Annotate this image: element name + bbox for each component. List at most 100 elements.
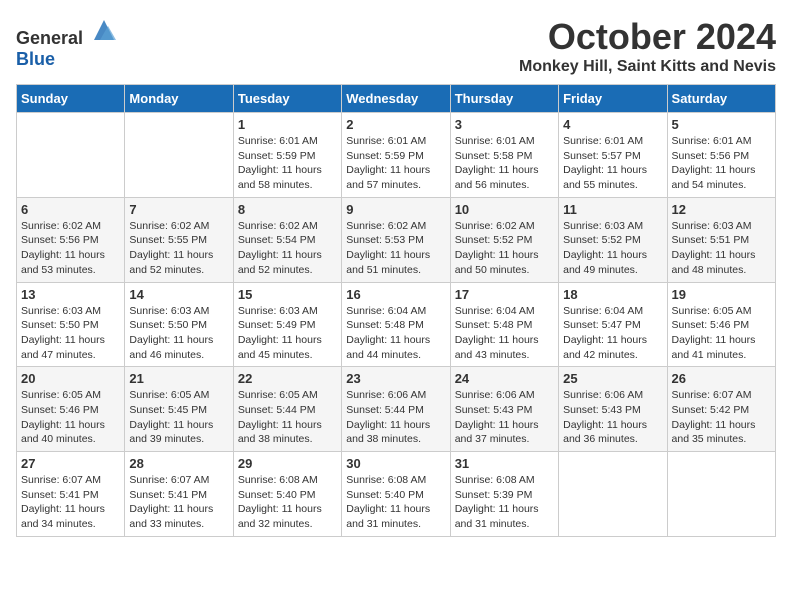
day-number: 30 — [346, 456, 445, 471]
day-number: 8 — [238, 202, 337, 217]
calendar-day-cell: 8 Sunrise: 6:02 AM Sunset: 5:54 PM Daylig… — [233, 197, 341, 282]
calendar-day-cell: 6 Sunrise: 6:02 AM Sunset: 5:56 PM Daylig… — [17, 197, 125, 282]
day-detail: Sunrise: 6:04 AM Sunset: 5:48 PM Dayligh… — [346, 304, 445, 363]
day-detail: Sunrise: 6:01 AM Sunset: 5:56 PM Dayligh… — [672, 134, 771, 193]
calendar-day-cell: 31Sunrise: 6:08 AM Sunset: 5:39 PM Dayli… — [450, 452, 558, 537]
day-detail: Sunrise: 6:07 AM Sunset: 5:42 PM Dayligh… — [672, 388, 771, 447]
day-number: 13 — [21, 287, 120, 302]
page-header: General Blue October 2024 Monkey Hill, S… — [16, 16, 776, 76]
day-number: 7 — [129, 202, 228, 217]
day-number: 3 — [455, 117, 554, 132]
day-detail: Sunrise: 6:08 AM Sunset: 5:40 PM Dayligh… — [346, 473, 445, 532]
day-detail: Sunrise: 6:07 AM Sunset: 5:41 PM Dayligh… — [129, 473, 228, 532]
day-number: 18 — [563, 287, 662, 302]
day-detail: Sunrise: 6:03 AM Sunset: 5:49 PM Dayligh… — [238, 304, 337, 363]
calendar-day-cell: 20Sunrise: 6:05 AM Sunset: 5:46 PM Dayli… — [17, 367, 125, 452]
day-number: 1 — [238, 117, 337, 132]
day-detail: Sunrise: 6:01 AM Sunset: 5:59 PM Dayligh… — [346, 134, 445, 193]
calendar-day-cell: 7 Sunrise: 6:02 AM Sunset: 5:55 PM Daylig… — [125, 197, 233, 282]
weekday-header-cell: Thursday — [450, 85, 558, 113]
calendar-body: 1 Sunrise: 6:01 AM Sunset: 5:59 PM Daylig… — [17, 113, 776, 537]
day-number: 31 — [455, 456, 554, 471]
calendar-day-cell: 22 Sunrise: 6:05 AM Sunset: 5:44 PM Dayli… — [233, 367, 341, 452]
logo-icon — [90, 16, 118, 44]
title-area: October 2024 Monkey Hill, Saint Kitts an… — [519, 16, 776, 76]
calendar-day-cell: 30 Sunrise: 6:08 AM Sunset: 5:40 PM Dayli… — [342, 452, 450, 537]
day-detail: Sunrise: 6:02 AM Sunset: 5:54 PM Dayligh… — [238, 219, 337, 278]
calendar-day-cell: 12Sunrise: 6:03 AM Sunset: 5:51 PM Dayli… — [667, 197, 775, 282]
weekday-header-cell: Tuesday — [233, 85, 341, 113]
day-detail: Sunrise: 6:02 AM Sunset: 5:55 PM Dayligh… — [129, 219, 228, 278]
day-detail: Sunrise: 6:02 AM Sunset: 5:52 PM Dayligh… — [455, 219, 554, 278]
day-number: 17 — [455, 287, 554, 302]
logo-text: General Blue — [16, 16, 118, 70]
day-detail: Sunrise: 6:03 AM Sunset: 5:50 PM Dayligh… — [129, 304, 228, 363]
calendar-day-cell: 3 Sunrise: 6:01 AM Sunset: 5:58 PM Daylig… — [450, 113, 558, 198]
calendar-day-cell: 15 Sunrise: 6:03 AM Sunset: 5:49 PM Dayli… — [233, 282, 341, 367]
calendar-week-row: 20Sunrise: 6:05 AM Sunset: 5:46 PM Dayli… — [17, 367, 776, 452]
logo: General Blue — [16, 16, 118, 70]
calendar-week-row: 6 Sunrise: 6:02 AM Sunset: 5:56 PM Daylig… — [17, 197, 776, 282]
day-number: 6 — [21, 202, 120, 217]
day-number: 2 — [346, 117, 445, 132]
day-number: 25 — [563, 371, 662, 386]
day-detail: Sunrise: 6:06 AM Sunset: 5:43 PM Dayligh… — [455, 388, 554, 447]
day-number: 10 — [455, 202, 554, 217]
calendar-day-cell: 24 Sunrise: 6:06 AM Sunset: 5:43 PM Dayli… — [450, 367, 558, 452]
day-number: 5 — [672, 117, 771, 132]
month-title: October 2024 — [519, 16, 776, 58]
calendar-week-row: 13 Sunrise: 6:03 AM Sunset: 5:50 PM Dayli… — [17, 282, 776, 367]
day-detail: Sunrise: 6:07 AM Sunset: 5:41 PM Dayligh… — [21, 473, 120, 532]
calendar-day-cell: 25 Sunrise: 6:06 AM Sunset: 5:43 PM Dayli… — [559, 367, 667, 452]
calendar-day-cell: 18Sunrise: 6:04 AM Sunset: 5:47 PM Dayli… — [559, 282, 667, 367]
calendar-day-cell: 19Sunrise: 6:05 AM Sunset: 5:46 PM Dayli… — [667, 282, 775, 367]
day-detail: Sunrise: 6:05 AM Sunset: 5:46 PM Dayligh… — [21, 388, 120, 447]
day-number: 24 — [455, 371, 554, 386]
day-number: 15 — [238, 287, 337, 302]
day-number: 28 — [129, 456, 228, 471]
weekday-header-cell: Sunday — [17, 85, 125, 113]
calendar-day-cell: 10 Sunrise: 6:02 AM Sunset: 5:52 PM Dayli… — [450, 197, 558, 282]
day-detail: Sunrise: 6:01 AM Sunset: 5:58 PM Dayligh… — [455, 134, 554, 193]
calendar-week-row: 1 Sunrise: 6:01 AM Sunset: 5:59 PM Daylig… — [17, 113, 776, 198]
day-number: 14 — [129, 287, 228, 302]
day-detail: Sunrise: 6:02 AM Sunset: 5:56 PM Dayligh… — [21, 219, 120, 278]
calendar-day-cell: 16 Sunrise: 6:04 AM Sunset: 5:48 PM Dayli… — [342, 282, 450, 367]
day-number: 22 — [238, 371, 337, 386]
calendar-day-cell: 29Sunrise: 6:08 AM Sunset: 5:40 PM Dayli… — [233, 452, 341, 537]
calendar-day-cell: 23Sunrise: 6:06 AM Sunset: 5:44 PM Dayli… — [342, 367, 450, 452]
day-number: 11 — [563, 202, 662, 217]
day-detail: Sunrise: 6:08 AM Sunset: 5:40 PM Dayligh… — [238, 473, 337, 532]
calendar-day-cell: 2 Sunrise: 6:01 AM Sunset: 5:59 PM Daylig… — [342, 113, 450, 198]
calendar-day-cell: 21 Sunrise: 6:05 AM Sunset: 5:45 PM Dayli… — [125, 367, 233, 452]
calendar-day-cell — [559, 452, 667, 537]
calendar-day-cell: 27 Sunrise: 6:07 AM Sunset: 5:41 PM Dayli… — [17, 452, 125, 537]
day-detail: Sunrise: 6:06 AM Sunset: 5:44 PM Dayligh… — [346, 388, 445, 447]
day-number: 16 — [346, 287, 445, 302]
day-detail: Sunrise: 6:03 AM Sunset: 5:50 PM Dayligh… — [21, 304, 120, 363]
day-number: 26 — [672, 371, 771, 386]
weekday-header-cell: Saturday — [667, 85, 775, 113]
calendar-day-cell: 1Sunrise: 6:01 AM Sunset: 5:59 PM Daylig… — [233, 113, 341, 198]
calendar-week-row: 27 Sunrise: 6:07 AM Sunset: 5:41 PM Dayli… — [17, 452, 776, 537]
day-detail: Sunrise: 6:05 AM Sunset: 5:44 PM Dayligh… — [238, 388, 337, 447]
logo-blue: Blue — [16, 49, 55, 69]
calendar-day-cell — [125, 113, 233, 198]
calendar-day-cell: 17Sunrise: 6:04 AM Sunset: 5:48 PM Dayli… — [450, 282, 558, 367]
calendar-day-cell: 11Sunrise: 6:03 AM Sunset: 5:52 PM Dayli… — [559, 197, 667, 282]
calendar-day-cell: 5 Sunrise: 6:01 AM Sunset: 5:56 PM Daylig… — [667, 113, 775, 198]
weekday-header-cell: Monday — [125, 85, 233, 113]
logo-general: General — [16, 28, 83, 48]
day-detail: Sunrise: 6:03 AM Sunset: 5:51 PM Dayligh… — [672, 219, 771, 278]
day-number: 21 — [129, 371, 228, 386]
calendar-table: SundayMondayTuesdayWednesdayThursdayFrid… — [16, 84, 776, 537]
day-number: 27 — [21, 456, 120, 471]
day-detail: Sunrise: 6:05 AM Sunset: 5:45 PM Dayligh… — [129, 388, 228, 447]
day-detail: Sunrise: 6:06 AM Sunset: 5:43 PM Dayligh… — [563, 388, 662, 447]
calendar-day-cell — [667, 452, 775, 537]
calendar-day-cell: 26 Sunrise: 6:07 AM Sunset: 5:42 PM Dayli… — [667, 367, 775, 452]
day-number: 9 — [346, 202, 445, 217]
weekday-header-cell: Friday — [559, 85, 667, 113]
calendar-day-cell: 28 Sunrise: 6:07 AM Sunset: 5:41 PM Dayli… — [125, 452, 233, 537]
day-number: 19 — [672, 287, 771, 302]
